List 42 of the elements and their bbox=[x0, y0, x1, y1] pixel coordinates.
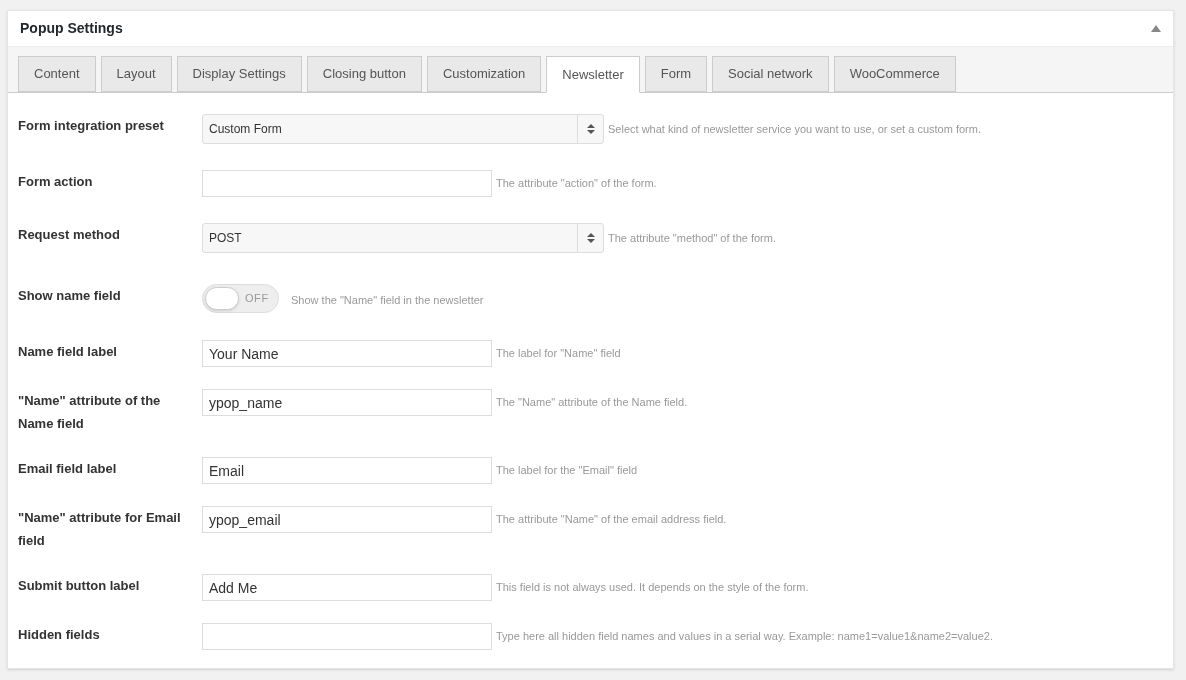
field-hint: Type here all hidden field names and values in a serial way. Example: name1=value1&name2=value2. bbox=[496, 629, 993, 645]
field-hint: The label for the "Email" field bbox=[496, 463, 638, 479]
field-label: Submit button label bbox=[18, 578, 140, 593]
tab[interactable]: Closing button bbox=[306, 56, 422, 92]
tab[interactable]: WooCommerce bbox=[833, 56, 956, 92]
field-label: Form action bbox=[18, 174, 93, 189]
field-label: Hidden fields bbox=[18, 627, 100, 642]
tab[interactable]: Customization bbox=[426, 56, 542, 92]
tab[interactable]: Display Settings bbox=[176, 56, 302, 92]
field-label: Show name field bbox=[18, 288, 121, 303]
field-hint: The "Name" attribute of the Name field. bbox=[496, 395, 688, 411]
field-hint: Select what kind of newsletter service you want to use, or set a custom form. bbox=[608, 121, 981, 137]
text-field[interactable]: Email bbox=[202, 457, 492, 484]
up-down-caret-icon bbox=[586, 123, 595, 135]
field-label: Email field label bbox=[18, 461, 117, 476]
field-label: "Name" attribute of the Name field bbox=[18, 393, 161, 431]
tab[interactable]: Newsletter bbox=[546, 56, 640, 93]
field-hint: The attribute "method" of the form. bbox=[608, 230, 776, 246]
field-hint: Show the "Name" field in the newsletter bbox=[291, 293, 484, 306]
text-field[interactable]: ypop_name bbox=[202, 389, 492, 416]
text-field[interactable]: Your Name bbox=[202, 340, 492, 367]
field-hint: The attribute "Name" of the email address field. bbox=[496, 512, 727, 528]
caret-up-icon[interactable] bbox=[1151, 25, 1161, 32]
panel-title: Popup Settings bbox=[20, 19, 123, 38]
tab[interactable]: Form bbox=[644, 56, 708, 92]
text-field[interactable] bbox=[202, 623, 492, 650]
text-field[interactable] bbox=[202, 170, 492, 197]
select-field[interactable]: POST bbox=[202, 223, 604, 253]
field-hint: The attribute "action" of the form. bbox=[496, 176, 657, 192]
tab[interactable]: Layout bbox=[100, 56, 172, 92]
field-label: Name field label bbox=[18, 344, 117, 359]
field-label: "Name" attribute for Email field bbox=[18, 510, 181, 548]
tab[interactable]: Content bbox=[18, 56, 96, 92]
text-field[interactable]: Add Me bbox=[202, 574, 492, 601]
field-hint: This field is not always used. It depends on the style of the form. bbox=[496, 580, 809, 596]
field-label: Request method bbox=[18, 227, 120, 242]
field-hint: The label for "Name" field bbox=[496, 346, 621, 362]
up-down-caret-icon bbox=[586, 232, 595, 244]
text-field[interactable]: ypop_email bbox=[202, 506, 492, 533]
field-label: Form integration preset bbox=[18, 118, 164, 133]
tab[interactable]: Social network bbox=[712, 56, 829, 92]
select-field[interactable]: Custom Form bbox=[202, 114, 604, 144]
